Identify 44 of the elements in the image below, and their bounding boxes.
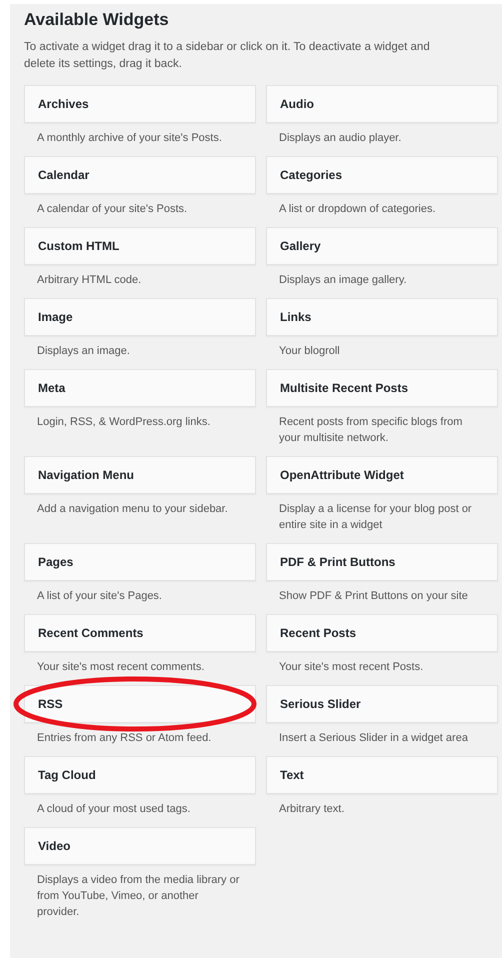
intro-text: To activate a widget drag it to a sidebar or click on it. To deactivate a widget and delete its settings, drag it back. xyxy=(24,40,431,72)
widget-description: Your site's most recent Posts. xyxy=(278,660,424,675)
section-title: Available Widgets xyxy=(24,9,170,31)
widget-description: Displays an image gallery. xyxy=(278,273,408,288)
widget-description: Arbitrary HTML code. xyxy=(36,273,142,288)
widget-description: A list of your site's Pages. xyxy=(36,589,163,604)
widget-card[interactable]: Recent Comments xyxy=(24,614,256,652)
widget-card[interactable]: Tag Cloud xyxy=(24,756,256,794)
widget-description: Your blogroll xyxy=(278,344,341,359)
widget-description: A calendar of your site's Posts. xyxy=(36,202,188,217)
widget-description: Entries from any RSS or Atom feed. xyxy=(36,731,212,746)
widget-card[interactable]: Pages xyxy=(24,543,256,581)
widget-card[interactable]: Image xyxy=(24,298,256,336)
widget-card[interactable]: Links xyxy=(266,298,498,336)
widget-description: Display a a license for your blog post or entire site in a widget xyxy=(278,502,473,533)
widget-description: Login, RSS, & WordPress.org links. xyxy=(36,415,212,430)
widget-card[interactable]: Gallery xyxy=(266,227,498,265)
widget-description: Add a navigation menu to your sidebar. xyxy=(36,502,229,517)
widget-card[interactable]: Serious Slider xyxy=(266,685,498,723)
widget-card[interactable]: Audio xyxy=(266,85,498,123)
widget-card[interactable]: Categories xyxy=(266,156,498,194)
widget-description: Displays an image. xyxy=(36,344,131,359)
widget-description: Arbitrary text. xyxy=(278,802,346,817)
widget-description: Recent posts from specific blogs from your multisite network. xyxy=(278,415,464,446)
widget-card[interactable]: Text xyxy=(266,756,498,794)
widget-card[interactable]: Calendar xyxy=(24,156,256,194)
widget-card[interactable]: Recent Posts xyxy=(266,614,498,652)
widget-card[interactable]: RSS xyxy=(24,685,256,723)
widget-description: Displays an audio player. xyxy=(278,131,402,146)
widget-card[interactable]: Navigation Menu xyxy=(24,456,256,494)
widget-card[interactable]: PDF & Print Buttons xyxy=(266,543,498,581)
widget-card[interactable]: OpenAttribute Widget xyxy=(266,456,498,494)
widget-card[interactable]: Meta xyxy=(24,369,256,407)
widget-card[interactable]: Multisite Recent Posts xyxy=(266,369,498,407)
widget-card[interactable]: Archives xyxy=(24,85,256,123)
widget-description: Your site's most recent comments. xyxy=(36,660,206,675)
widget-description: A cloud of your most used tags. xyxy=(36,802,192,817)
widget-description: A monthly archive of your site's Posts. xyxy=(36,131,223,146)
widget-description: Displays a video from the media library or from YouTube, Vimeo, or another provider. xyxy=(36,873,240,920)
widget-card[interactable]: Custom HTML xyxy=(24,227,256,265)
widget-card[interactable]: Video xyxy=(24,827,256,865)
widget-description: Show PDF & Print Buttons on your site xyxy=(278,589,469,604)
widget-description: A list or dropdown of categories. xyxy=(278,202,437,217)
widget-description: Insert a Serious Slider in a widget area xyxy=(278,731,469,746)
